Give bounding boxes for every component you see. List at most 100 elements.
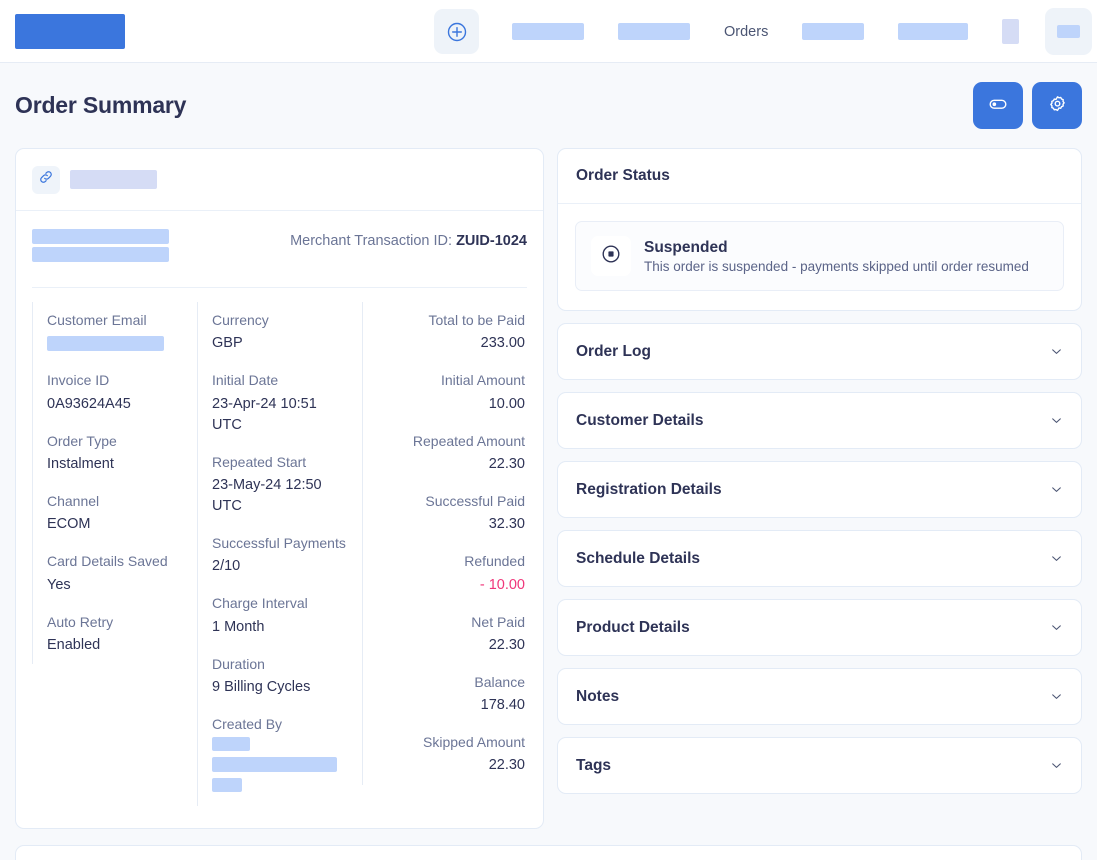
field-label: Channel: [47, 492, 100, 509]
nav-item-orders[interactable]: Orders: [707, 0, 785, 63]
status-description: This order is suspended - payments skipp…: [644, 258, 1029, 274]
field-initial-amount: Initial Amount 10.00: [362, 362, 527, 423]
link-icon: [38, 169, 54, 190]
header-actions: [973, 82, 1082, 129]
accordion-title: Notes: [576, 687, 620, 705]
status-text-group: Suspended This order is suspended - paym…: [644, 239, 1029, 274]
order-fields-column-3: Total to be Paid 233.00 Initial Amount 1…: [362, 302, 527, 806]
merchant-transaction-id-label: Merchant Transaction ID:: [290, 233, 457, 249]
stop-circle-icon: [600, 243, 622, 270]
gear-icon: [1047, 94, 1068, 118]
toggle-button[interactable]: [973, 82, 1023, 129]
nav-item-1-label-redacted: [512, 23, 584, 40]
accordion-title: Registration Details: [576, 480, 722, 498]
order-status-title: Order Status: [576, 167, 670, 184]
field-value: [47, 333, 185, 354]
left-column: Merchant Transaction ID: ZUID-1024 Custo…: [15, 148, 544, 829]
nav-item-2-label-redacted: [618, 23, 690, 40]
created-by-redacted-line-2: [212, 757, 337, 773]
field-currency: Currency GBP: [197, 302, 362, 363]
field-value: 1 Month: [212, 618, 265, 635]
field-label: Created By: [212, 715, 283, 732]
customer-name-redacted-line-2: [32, 247, 169, 262]
plus-circle-icon: [447, 22, 467, 42]
nav-item-5[interactable]: [881, 0, 985, 63]
page-header: Order Summary: [0, 63, 1097, 148]
chevron-down-icon: [1050, 690, 1063, 703]
field-repeated-amount: Repeated Amount 22.30: [362, 422, 527, 483]
field-value: ECOM: [47, 516, 91, 533]
field-label: Total to be Paid: [428, 312, 525, 328]
nav-item-4[interactable]: [785, 0, 881, 63]
nav-item-5-label-redacted: [898, 23, 969, 40]
field-label: Card Details Saved: [47, 553, 168, 570]
field-label: Net Paid: [471, 613, 525, 630]
field-repeated-start: Repeated Start 23-May-24 12:50 UTC: [197, 443, 362, 525]
settings-button[interactable]: [1032, 82, 1082, 129]
field-created-by: Created By: [197, 705, 362, 806]
nav-item-6[interactable]: [985, 0, 1036, 63]
field-value: GBP: [212, 335, 243, 352]
customer-name-redacted-group: [32, 227, 169, 262]
merchant-transaction-id: Merchant Transaction ID: ZUID-1024: [290, 227, 527, 249]
accordion-customer-details[interactable]: Customer Details: [557, 392, 1082, 449]
chevron-down-icon: [1050, 621, 1063, 634]
field-charge-interval: Charge Interval 1 Month: [197, 585, 362, 646]
field-value: 178.40: [480, 697, 525, 714]
field-channel: Channel ECOM: [32, 482, 197, 544]
field-value: 22.30: [488, 636, 525, 653]
brand-logo[interactable]: [15, 13, 125, 49]
created-by-redacted-line-3: [212, 778, 242, 793]
field-value: 22.30: [488, 757, 525, 774]
right-column: Order Status Suspended This order is sus…: [557, 148, 1082, 794]
order-summary-card: Merchant Transaction ID: ZUID-1024 Custo…: [15, 148, 544, 829]
order-status-header: Order Status: [558, 149, 1081, 204]
transaction-header-row: Merchant Transaction ID: ZUID-1024: [16, 211, 543, 271]
field-label: Order Type: [47, 432, 117, 449]
toggle-icon: [987, 93, 1009, 118]
field-label: Invoice ID: [47, 372, 110, 389]
accordion-tags[interactable]: Tags: [557, 737, 1082, 794]
order-fields-column-1: Customer Email Invoice ID 0A93624A45 Ord…: [32, 302, 197, 806]
field-value: 233.00: [480, 335, 525, 352]
main-content: Merchant Transaction ID: ZUID-1024 Custo…: [0, 148, 1097, 829]
accordion-order-log[interactable]: Order Log: [557, 323, 1082, 380]
account-menu-button[interactable]: [1045, 8, 1093, 55]
field-auto-retry: Auto Retry Enabled: [32, 603, 197, 664]
created-by-redacted-line-1: [212, 737, 250, 752]
accordion-product-details[interactable]: Product Details: [557, 599, 1082, 656]
top-navigation-bar: Orders: [0, 0, 1097, 63]
nav-item-1[interactable]: [495, 0, 601, 63]
field-value: Yes: [47, 576, 71, 593]
merchant-transaction-id-value: ZUID-1024: [456, 233, 527, 249]
nav-item-orders-label: Orders: [724, 23, 769, 40]
page-title: Order Summary: [15, 92, 187, 118]
field-value: 10.00: [488, 395, 525, 412]
chevron-down-icon: [1050, 759, 1063, 772]
link-icon-button[interactable]: [32, 165, 60, 194]
field-initial-date: Initial Date 23-Apr-24 10:51 UTC: [197, 362, 362, 444]
field-value: 0A93624A45: [47, 395, 131, 412]
accordion-title: Order Log: [576, 342, 651, 360]
status-name: Suspended: [644, 238, 728, 256]
accordion-schedule-details[interactable]: Schedule Details: [557, 530, 1082, 587]
add-new-button[interactable]: [434, 9, 479, 54]
accordion-registration-details[interactable]: Registration Details: [557, 461, 1082, 518]
accordion-notes[interactable]: Notes: [557, 668, 1082, 725]
field-label: Skipped Amount: [423, 734, 525, 751]
status-badge: Suspended This order is suspended - paym…: [575, 221, 1064, 291]
order-link-row: [16, 149, 543, 211]
field-label: Currency: [212, 312, 269, 328]
accordion-title: Product Details: [576, 618, 690, 636]
field-value: [212, 737, 350, 793]
accordion-title: Schedule Details: [576, 549, 701, 567]
chevron-down-icon: [1050, 345, 1063, 358]
field-card-details-saved: Card Details Saved Yes: [32, 543, 197, 604]
field-net-paid: Net Paid 22.30: [362, 603, 527, 664]
nav-item-2[interactable]: [601, 0, 707, 63]
field-label: Successful Payments: [212, 534, 346, 551]
customer-name-redacted-line-1: [32, 229, 169, 244]
field-label: Initial Date: [212, 372, 279, 389]
nav-item-4-label-redacted: [802, 23, 865, 40]
field-value: 32.30: [488, 516, 525, 533]
